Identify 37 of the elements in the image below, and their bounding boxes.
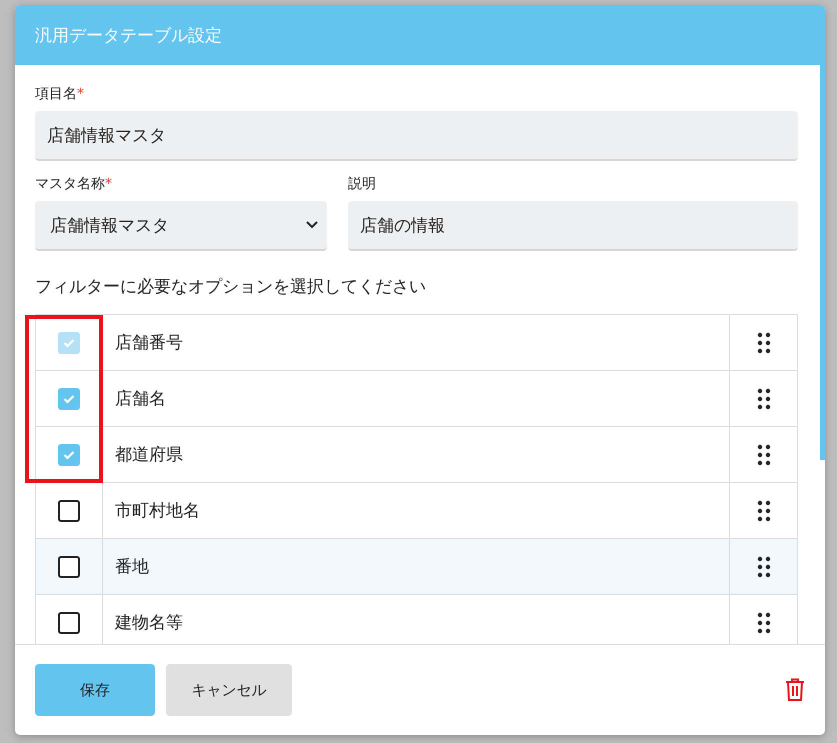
drag-handle-icon[interactable] [756, 612, 770, 634]
checkbox[interactable] [58, 556, 80, 578]
drag-handle-icon[interactable] [756, 444, 770, 466]
field-label: マスタ名称 [35, 176, 105, 192]
filter-instruction: フィルターに必要なオプションを選択してください [35, 276, 427, 298]
option-name: 建物名等 [103, 595, 730, 644]
required-mark: * [105, 176, 112, 192]
drag-handle-icon[interactable] [756, 500, 770, 522]
checkbox[interactable] [58, 444, 80, 466]
save-button[interactable]: 保存 [35, 664, 155, 716]
option-name: 店舗名 [103, 371, 730, 426]
checkbox[interactable] [58, 612, 80, 634]
scrollbar[interactable] [820, 65, 825, 460]
option-name: 都道府県 [103, 427, 730, 482]
select-field[interactable]: 店舗情報マスタ [35, 201, 327, 251]
option-row[interactable]: 市町村地名 [36, 483, 797, 539]
check-icon [63, 394, 75, 404]
drag-handle-icon[interactable] [756, 388, 770, 410]
input-field[interactable]: 店舗情報マスタ [35, 111, 798, 161]
checkbox[interactable] [58, 500, 80, 522]
field-label: 項目名 [35, 86, 77, 102]
option-name: 番地 [103, 539, 730, 594]
option-name: 店舗番号 [103, 315, 730, 370]
check-icon [63, 450, 75, 460]
chevron-down-icon [305, 220, 319, 230]
check-icon [63, 338, 75, 348]
trash-icon[interactable] [785, 678, 805, 702]
option-row[interactable]: 店舗名 [36, 371, 797, 427]
option-row[interactable]: 番地 [36, 539, 797, 595]
checkbox[interactable] [58, 388, 80, 410]
drag-handle-icon[interactable] [756, 556, 770, 578]
cancel-button[interactable]: キャンセル [166, 664, 292, 716]
dialog-title: 汎用データテーブル設定 [15, 5, 825, 65]
required-mark: * [77, 86, 84, 102]
field-label: 説明 [348, 176, 376, 192]
option-name: 市町村地名 [103, 483, 730, 538]
input-field[interactable]: 店舗の情報 [348, 201, 798, 251]
